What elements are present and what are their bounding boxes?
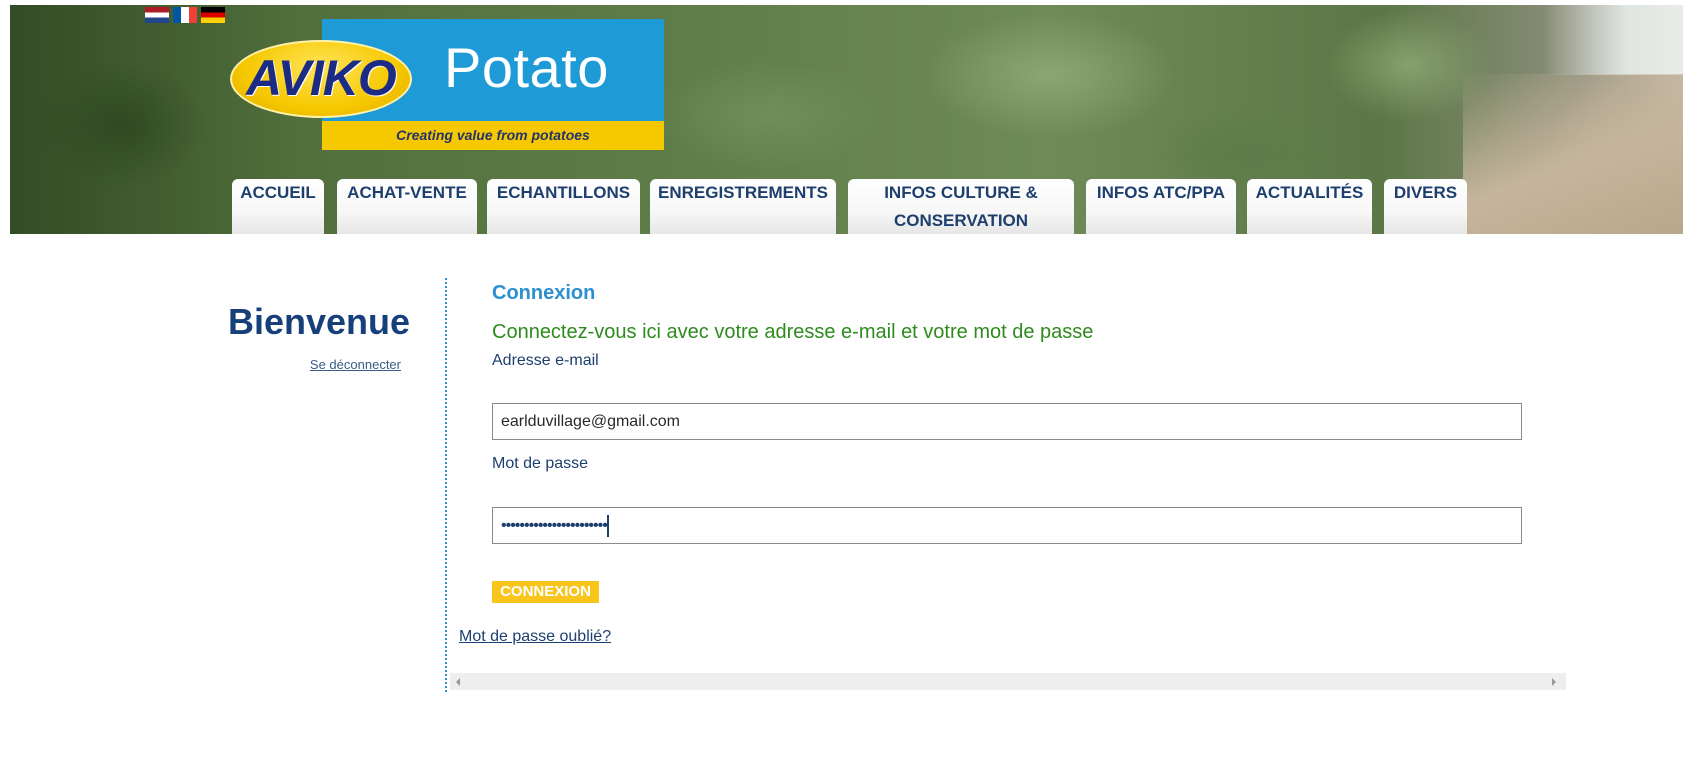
- logo-brand-name: AVIKO: [246, 50, 397, 106]
- text-caret: [606, 514, 609, 537]
- email-field[interactable]: earlduvillage@gmail.com: [492, 403, 1522, 440]
- password-field[interactable]: •••••••••••••••••••••••: [492, 507, 1522, 544]
- nav-tab-label: ENREGISTREMENTS: [657, 183, 829, 202]
- logo-tagline: Creating value from potatoes: [322, 121, 664, 150]
- banner-sky: [1543, 5, 1683, 75]
- nav-tab-achat-vente[interactable]: ACHAT-VENTE: [337, 179, 477, 234]
- banner-field-path: [1463, 74, 1683, 234]
- welcome-heading: Bienvenue: [228, 301, 411, 342]
- password-field-value: •••••••••••••••••••••••: [501, 517, 608, 534]
- netherlands-flag-icon[interactable]: [145, 7, 169, 23]
- email-field-value: earlduvillage@gmail.com: [501, 413, 680, 430]
- nav-tab-label: INFOS ATC/PPA: [1096, 183, 1226, 202]
- nav-tab-echantillons[interactable]: ECHANTILLONS: [487, 179, 640, 234]
- scroll-left-arrow-icon[interactable]: [456, 678, 460, 686]
- login-submit-button[interactable]: CONNEXION: [492, 581, 599, 603]
- column-divider: [445, 278, 447, 692]
- nav-tab-label: ACCUEIL: [240, 183, 316, 202]
- nav-tab-actualites[interactable]: ACTUALITÉS: [1247, 179, 1372, 234]
- password-label: Mot de passe: [492, 455, 589, 472]
- nav-tab-label: INFOS CULTURE & CONSERVATION: [884, 183, 1038, 230]
- email-label: Adresse e-mail: [492, 352, 599, 369]
- nav-tab-divers[interactable]: DIVERS: [1384, 179, 1467, 234]
- france-flag-icon[interactable]: [173, 7, 197, 23]
- scroll-right-arrow-icon[interactable]: [1552, 678, 1556, 686]
- login-intro-text: Connectez-vous ici avec votre adresse e-…: [492, 321, 1094, 343]
- horizontal-scrollbar[interactable]: [450, 673, 1566, 690]
- logo-product-name: Potato: [444, 36, 609, 99]
- nav-tab-accueil[interactable]: ACCUEIL: [232, 179, 324, 234]
- nav-tab-enregistrements[interactable]: ENREGISTREMENTS: [650, 179, 836, 234]
- nav-tab-label: ACHAT-VENTE: [347, 183, 467, 202]
- logout-link[interactable]: Se déconnecter: [250, 356, 401, 374]
- nav-tab-infos-culture-conservation[interactable]: INFOS CULTURE & CONSERVATION: [848, 179, 1074, 234]
- forgot-password-link[interactable]: Mot de passe oublié?: [459, 627, 611, 647]
- nav-tab-label: DIVERS: [1393, 183, 1458, 202]
- nav-tab-label: ECHANTILLONS: [496, 183, 631, 202]
- germany-flag-icon[interactable]: [201, 7, 225, 23]
- nav-tab-infos-atc-ppa[interactable]: INFOS ATC/PPA: [1086, 179, 1236, 234]
- login-title: Connexion: [492, 282, 596, 304]
- language-selector: [145, 7, 225, 23]
- nav-tab-label: ACTUALITÉS: [1255, 183, 1364, 202]
